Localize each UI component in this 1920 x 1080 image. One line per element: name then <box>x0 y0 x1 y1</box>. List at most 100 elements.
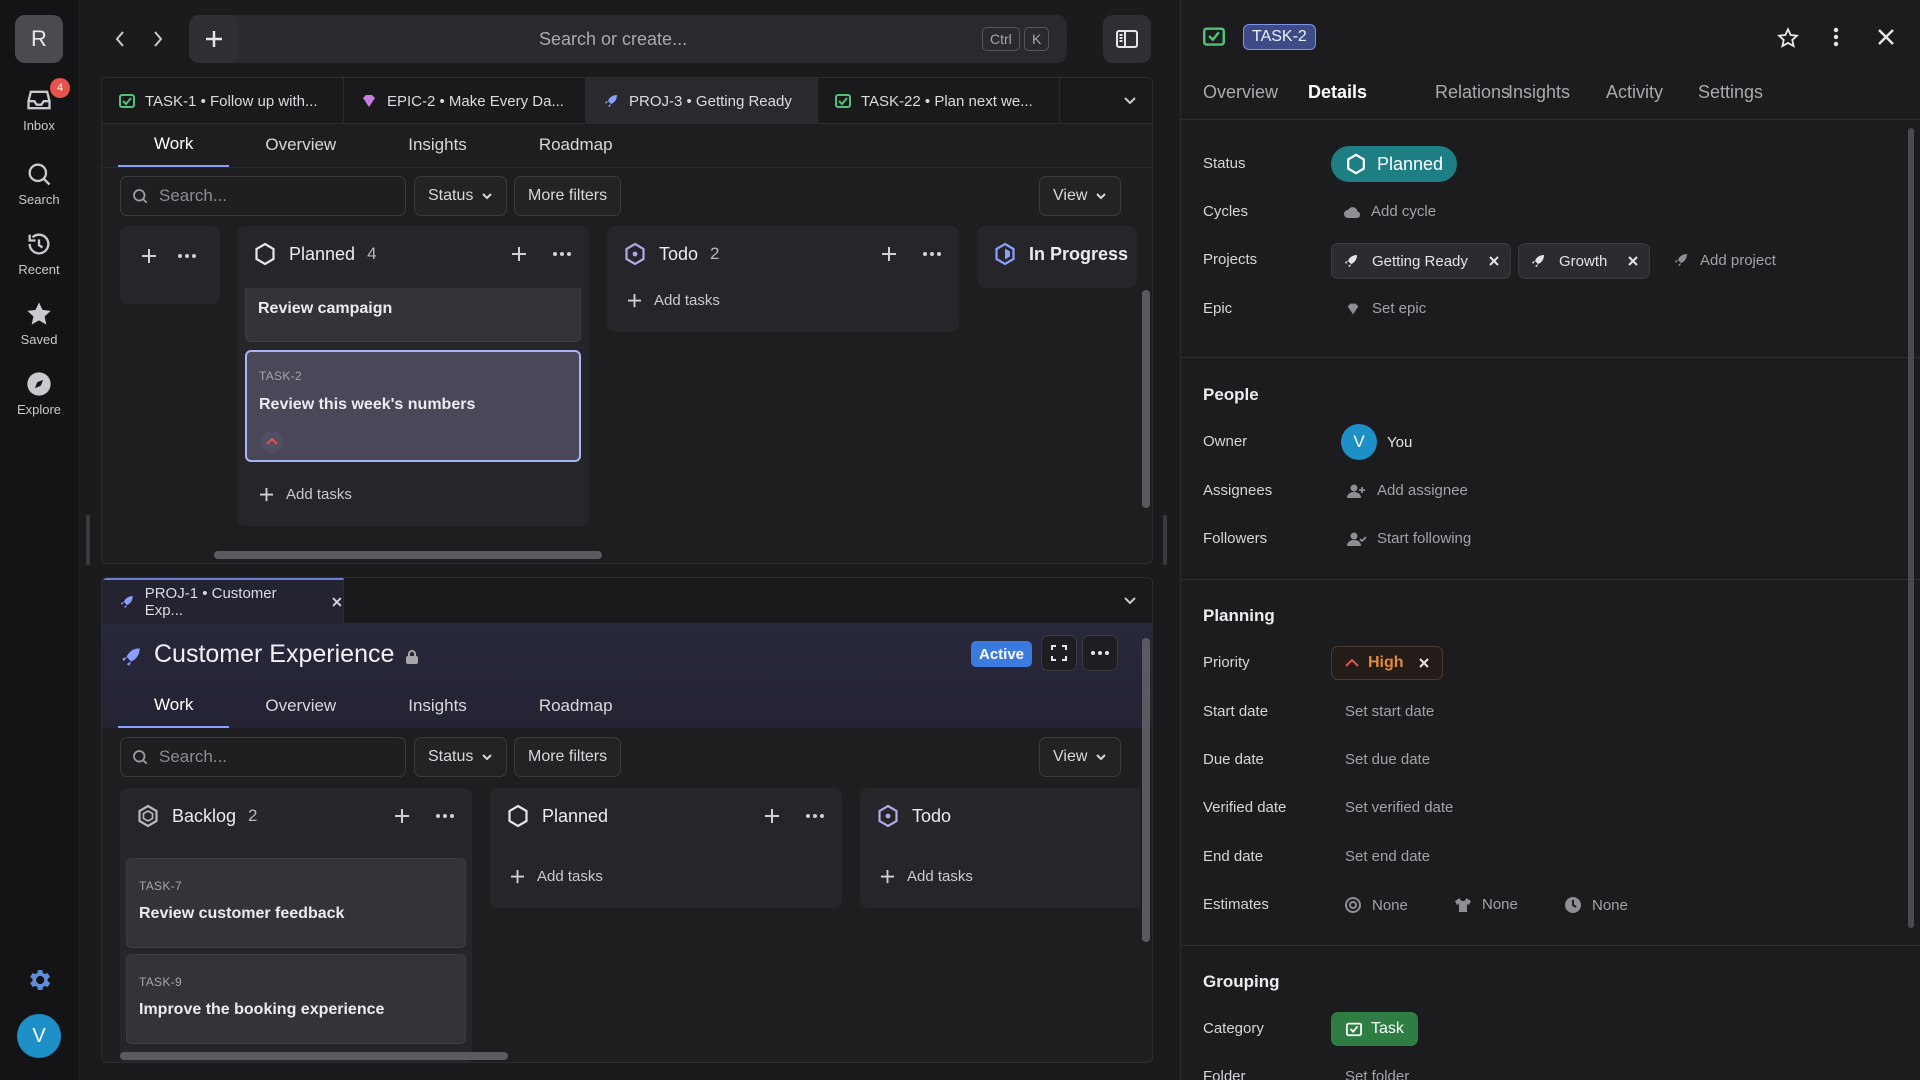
global-search[interactable]: Search or create... Ctrl K <box>189 15 1067 63</box>
tab-relations[interactable]: Relations <box>1435 82 1510 103</box>
close-icon[interactable] <box>331 596 343 608</box>
task-card[interactable]: TASK-9 Improve the booking experience <box>126 954 466 1044</box>
add-tasks-button[interactable]: Add tasks <box>880 868 973 885</box>
view-button[interactable]: View <box>1039 176 1122 216</box>
category-chip[interactable]: Task <box>1331 1012 1418 1046</box>
plus-icon[interactable] <box>141 248 157 264</box>
board-search-input[interactable]: Search... <box>120 737 406 777</box>
close-icon[interactable] <box>1418 657 1430 669</box>
add-project-button[interactable]: Add project <box>1672 251 1776 269</box>
tab-activity[interactable]: Activity <box>1606 82 1663 103</box>
sidebar-item-saved[interactable]: Saved <box>0 300 78 347</box>
tab-overview[interactable]: Overview <box>1203 82 1278 103</box>
more-filters-button[interactable]: More filters <box>514 176 622 216</box>
view-button[interactable]: View <box>1039 737 1122 777</box>
vertical-scrollbar[interactable] <box>1142 638 1150 942</box>
tab-overview[interactable]: Overview <box>229 123 372 167</box>
owner-value[interactable]: V You <box>1341 424 1412 460</box>
add-tasks-button[interactable]: Add tasks <box>627 292 720 309</box>
workspace-switcher[interactable]: R <box>15 15 63 63</box>
status-pill[interactable]: Planned <box>1331 146 1458 182</box>
add-tasks-button[interactable]: Add tasks <box>510 868 603 885</box>
more-horizontal-icon[interactable] <box>436 814 454 818</box>
project-chip[interactable]: Growth <box>1518 243 1651 279</box>
status-filter[interactable]: Status <box>414 176 508 216</box>
add-tasks-button[interactable]: Add tasks <box>259 486 352 503</box>
status-filter[interactable]: Status <box>414 737 508 777</box>
plus-icon[interactable] <box>511 246 527 262</box>
tab-proj-3[interactable]: PROJ-3 • Getting Ready <box>586 78 818 124</box>
backlog-hexagon-icon <box>138 804 158 828</box>
horizontal-scrollbar[interactable] <box>120 1052 508 1060</box>
tab-roadmap[interactable]: Roadmap <box>503 684 649 728</box>
status-badge[interactable]: Active <box>971 641 1033 667</box>
plus-icon[interactable] <box>394 808 410 824</box>
more-horizontal-icon[interactable] <box>178 254 196 258</box>
more-vertical-icon[interactable] <box>1833 27 1839 47</box>
tab-insights[interactable]: Insights <box>372 684 503 728</box>
add-assignee-button[interactable]: Add assignee <box>1347 482 1468 499</box>
project-chip[interactable]: Getting Ready <box>1331 243 1511 279</box>
tab-task-22[interactable]: TASK-22 • Plan next we... <box>818 78 1060 124</box>
more-filters-button[interactable]: More filters <box>514 737 622 777</box>
add-tasks-label: Add tasks <box>537 868 603 885</box>
priority-chip[interactable]: High <box>1331 646 1443 680</box>
estimate-points[interactable]: None <box>1344 896 1408 914</box>
sidebar-item-inbox[interactable]: 4 Inbox <box>0 78 78 133</box>
sidebar-item-recent[interactable]: Recent <box>0 230 78 277</box>
tab-task-1[interactable]: TASK-1 • Follow up with... <box>102 78 344 124</box>
more-horizontal-icon[interactable] <box>923 252 941 256</box>
task-card[interactable]: Review campaign <box>245 288 581 342</box>
tabs-overflow-button[interactable] <box>1122 94 1138 108</box>
tab-epic-2[interactable]: EPIC-2 • Make Every Da... <box>344 78 586 124</box>
tab-roadmap[interactable]: Roadmap <box>503 123 649 167</box>
start-following-button[interactable]: Start following <box>1347 530 1471 547</box>
star-outline-icon[interactable] <box>1777 27 1799 49</box>
tab-work[interactable]: Work <box>118 123 230 167</box>
tab-work[interactable]: Work <box>118 684 230 728</box>
start-date-value[interactable]: Set start date <box>1345 703 1434 720</box>
tab-settings[interactable]: Settings <box>1698 82 1763 103</box>
detail-scrollbar[interactable] <box>1908 128 1914 928</box>
settings-button[interactable] <box>25 966 53 994</box>
set-epic-button[interactable]: Set epic <box>1344 300 1426 317</box>
tab-proj-1[interactable]: PROJ-1 • Customer Exp... <box>102 578 344 624</box>
end-date-value[interactable]: Set end date <box>1345 848 1430 865</box>
close-icon[interactable] <box>1877 28 1895 46</box>
board-search-input[interactable]: Search... <box>120 176 406 216</box>
due-date-value[interactable]: Set due date <box>1345 751 1430 768</box>
tab-insights[interactable]: Insights <box>372 123 503 167</box>
more-horizontal-icon[interactable] <box>553 252 571 256</box>
estimate-size[interactable]: None <box>1454 896 1518 913</box>
toggle-panel-button[interactable] <box>1103 15 1151 63</box>
plus-icon[interactable] <box>764 808 780 824</box>
tab-overview[interactable]: Overview <box>229 684 372 728</box>
forward-button[interactable] <box>150 24 166 54</box>
pane-resize-handle[interactable] <box>86 515 90 565</box>
column-title: Planned <box>289 243 356 264</box>
tab-insights[interactable]: Insights <box>1508 82 1570 103</box>
more-horizontal-icon[interactable] <box>806 814 824 818</box>
task-id-badge[interactable]: TASK-2 <box>1243 24 1316 50</box>
add-cycle-button[interactable]: Add cycle <box>1343 203 1436 220</box>
estimate-time[interactable]: None <box>1564 896 1628 914</box>
verified-date-value[interactable]: Set verified date <box>1345 799 1453 816</box>
fullscreen-button[interactable] <box>1041 635 1077 671</box>
sidebar-item-search[interactable]: Search <box>0 160 78 207</box>
task-card-selected[interactable]: TASK-2 Review this week's numbers <box>245 350 581 462</box>
more-options-button[interactable] <box>1082 635 1118 671</box>
plus-icon[interactable] <box>881 246 897 262</box>
user-avatar[interactable]: V <box>17 1014 61 1058</box>
close-icon[interactable] <box>1627 255 1639 267</box>
task-card[interactable]: TASK-7 Review customer feedback <box>126 858 466 948</box>
close-icon[interactable] <box>1488 255 1500 267</box>
sidebar-item-explore[interactable]: Explore <box>0 370 78 417</box>
tabs-overflow-button[interactable] <box>1122 594 1138 608</box>
back-button[interactable] <box>112 24 128 54</box>
tab-details[interactable]: Details <box>1308 82 1367 103</box>
panel-resize-handle[interactable] <box>1163 515 1167 565</box>
create-button[interactable] <box>189 15 239 63</box>
horizontal-scrollbar[interactable] <box>214 551 602 559</box>
folder-value[interactable]: Set folder <box>1345 1068 1409 1080</box>
vertical-scrollbar[interactable] <box>1142 290 1150 508</box>
